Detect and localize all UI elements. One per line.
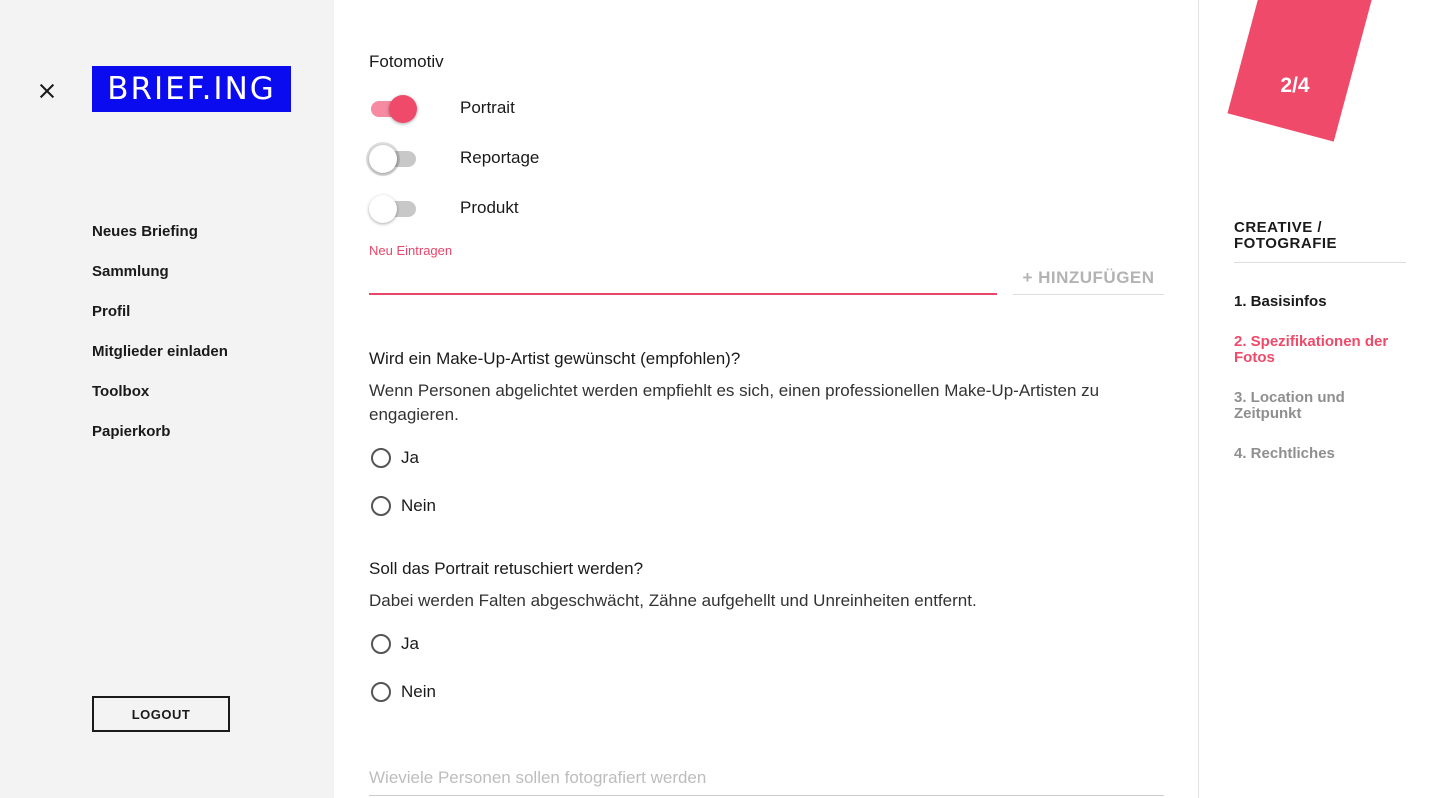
toggle-label-produkt: Produkt [460,198,519,217]
new-entry-label: Neu Eintragen [369,243,453,258]
progress-steps: 1. Basisinfos 2. Spezifikationen der Fot… [1234,294,1406,486]
toggle-reportage[interactable] [369,143,417,173]
radio-icon[interactable] [371,682,391,702]
panel-divider [1198,0,1199,798]
motif-row-reportage: Reportage [369,143,539,173]
persons-count-input[interactable] [369,760,1164,796]
step-counter: 2/4 [1280,74,1310,97]
step-spezifikationen[interactable]: 2. Spezifikationen der Fotos [1234,334,1406,366]
radio-icon[interactable] [371,496,391,516]
radio-label: Nein [401,496,436,515]
retouch-option-nein[interactable]: Nein [369,680,436,704]
makeup-option-nein[interactable]: Nein [369,494,436,518]
category-title: CREATIVE / FOTOGRAFIE [1234,220,1406,263]
retouch-option-ja[interactable]: Ja [369,632,419,656]
new-entry-input[interactable] [369,262,997,295]
main-nav: Neues Briefing Sammlung Profil Mitgliede… [92,222,228,462]
toggle-label-reportage: Reportage [460,148,540,167]
toggle-portrait[interactable] [369,93,417,123]
logo[interactable]: BRIEF.ING [92,66,291,112]
step-basisinfos[interactable]: 1. Basisinfos [1234,294,1406,310]
motif-row-produkt: Produkt [369,193,519,223]
nav-item-neues-briefing[interactable]: Neues Briefing [92,222,228,262]
logout-button[interactable]: LOGOUT [92,696,230,732]
radio-label: Ja [401,448,419,467]
sidebar: BRIEF.ING Neues Briefing Sammlung Profil… [0,0,334,798]
radio-label: Ja [401,634,419,653]
radio-icon[interactable] [371,448,391,468]
close-icon[interactable] [36,80,58,102]
radio-icon[interactable] [371,634,391,654]
briefing-form: Fotomotiv Portrait Reportage Produkt Neu… [369,0,1164,798]
nav-item-papierkorb[interactable]: Papierkorb [92,422,228,462]
nav-item-profil[interactable]: Profil [92,302,228,342]
retouch-hint: Dabei werden Falten abgeschwächt, Zähne … [369,591,977,610]
retouch-question: Soll das Portrait retuschiert werden? [369,559,644,578]
radio-label: Nein [401,682,436,701]
nav-item-sammlung[interactable]: Sammlung [92,262,228,302]
makeup-question: Wird ein Make-Up-Artist gewünscht (empfo… [369,349,741,368]
section-title: Fotomotiv [369,52,444,71]
nav-item-toolbox[interactable]: Toolbox [92,382,228,422]
nav-item-mitglieder-einladen[interactable]: Mitglieder einladen [92,342,228,382]
makeup-option-ja[interactable]: Ja [369,446,419,470]
motif-row-portrait: Portrait [369,93,515,123]
step-rechtliches[interactable]: 4. Rechtliches [1234,446,1406,462]
add-button[interactable]: + HINZUFÜGEN [1013,262,1164,295]
makeup-hint: Wenn Personen abgelichtet werden empfieh… [369,381,1100,424]
step-badge [1227,0,1373,142]
toggle-label-portrait: Portrait [460,98,515,117]
toggle-produkt[interactable] [369,193,417,223]
step-location[interactable]: 3. Location und Zeitpunkt [1234,390,1406,422]
